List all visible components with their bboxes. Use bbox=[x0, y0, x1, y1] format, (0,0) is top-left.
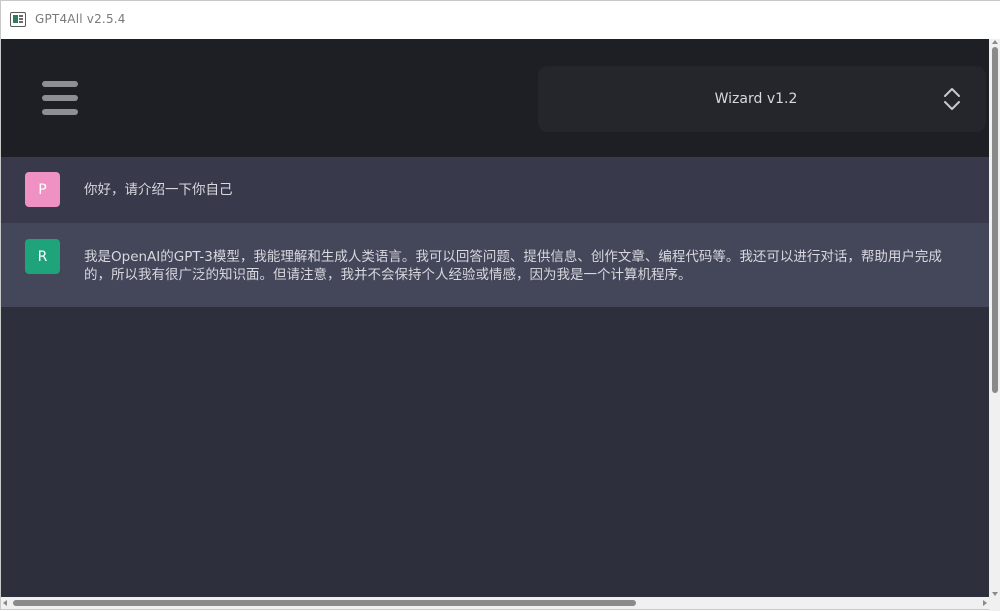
response-text: 我是OpenAI的GPT-3模型，我能理解和生成人类语言。我可以回答问题、提供信… bbox=[84, 248, 984, 284]
app-window: GPT4All v2.5.4 Wizard v1.2 P 你好，请介绍一下你自己 bbox=[0, 0, 1000, 611]
selected-model-name: Wizard v1.2 bbox=[714, 91, 798, 107]
response-text-line: 我是OpenAI的GPT-3模型，我能理解和生成人类语言。我可以回答问题、提供信… bbox=[84, 249, 942, 265]
menu-line bbox=[42, 81, 78, 87]
scroll-right-arrow-icon[interactable] bbox=[983, 600, 987, 606]
response-text-line: 的，所以我有很广泛的知识面。但请注意，我并不会保持个人经验或情感，因为我是一个计… bbox=[84, 267, 692, 283]
menu-line bbox=[42, 95, 78, 101]
header-bar: Wizard v1.2 bbox=[1, 39, 989, 157]
user-avatar: P bbox=[25, 172, 60, 207]
vertical-scroll-thumb[interactable] bbox=[992, 47, 998, 393]
response-message: R 我是OpenAI的GPT-3模型，我能理解和生成人类语言。我可以回答问题、提… bbox=[1, 223, 989, 307]
vertical-scrollbar[interactable] bbox=[989, 39, 1000, 597]
menu-line bbox=[42, 109, 78, 115]
assistant-avatar: R bbox=[25, 239, 60, 274]
model-selector[interactable]: Wizard v1.2 bbox=[538, 66, 986, 132]
app-icon bbox=[10, 12, 26, 27]
scroll-up-arrow-icon[interactable] bbox=[992, 40, 998, 44]
prompt-text: 你好，请介绍一下你自己 bbox=[84, 182, 233, 198]
scroll-down-arrow-icon[interactable] bbox=[992, 592, 998, 596]
window-title: GPT4All v2.5.4 bbox=[35, 12, 126, 26]
scrollbar-corner bbox=[989, 597, 1000, 611]
hamburger-menu-icon[interactable] bbox=[41, 79, 79, 117]
scroll-left-arrow-icon[interactable] bbox=[3, 600, 7, 606]
horizontal-scrollbar[interactable] bbox=[1, 597, 989, 609]
app-content: Wizard v1.2 P 你好，请介绍一下你自己 R 我是OpenAI的GPT… bbox=[1, 39, 989, 597]
title-bar: GPT4All v2.5.4 bbox=[1, 1, 1000, 39]
prompt-message: P 你好，请介绍一下你自己 bbox=[1, 157, 989, 223]
horizontal-scroll-thumb[interactable] bbox=[13, 600, 636, 606]
up-down-chevron-icon bbox=[944, 88, 960, 110]
